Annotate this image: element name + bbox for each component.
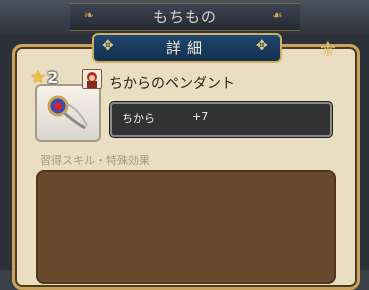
skills-section-label: 習得スキル・特殊効果 <box>40 154 150 167</box>
skills-panel <box>36 170 336 284</box>
ornament-icon: ☙ <box>272 8 283 22</box>
pendant-icon <box>47 95 88 130</box>
ornament-icon: ✥ <box>102 38 114 54</box>
stat-label: ちから <box>122 112 155 125</box>
character-icon <box>82 69 102 89</box>
ornament-icon: ✥ <box>256 38 268 54</box>
fleur-ornament-icon: ⚜ <box>318 38 338 63</box>
background-title: もちもの <box>70 3 300 31</box>
item-icon[interactable] <box>35 84 101 142</box>
ornament-icon: ❧ <box>84 8 95 22</box>
stat-panel: ちから +7 <box>110 102 332 137</box>
item-name: ちからのペンダント <box>109 76 235 92</box>
detail-tab-title: 詳細 <box>92 33 282 63</box>
stat-value: +7 <box>192 110 209 123</box>
